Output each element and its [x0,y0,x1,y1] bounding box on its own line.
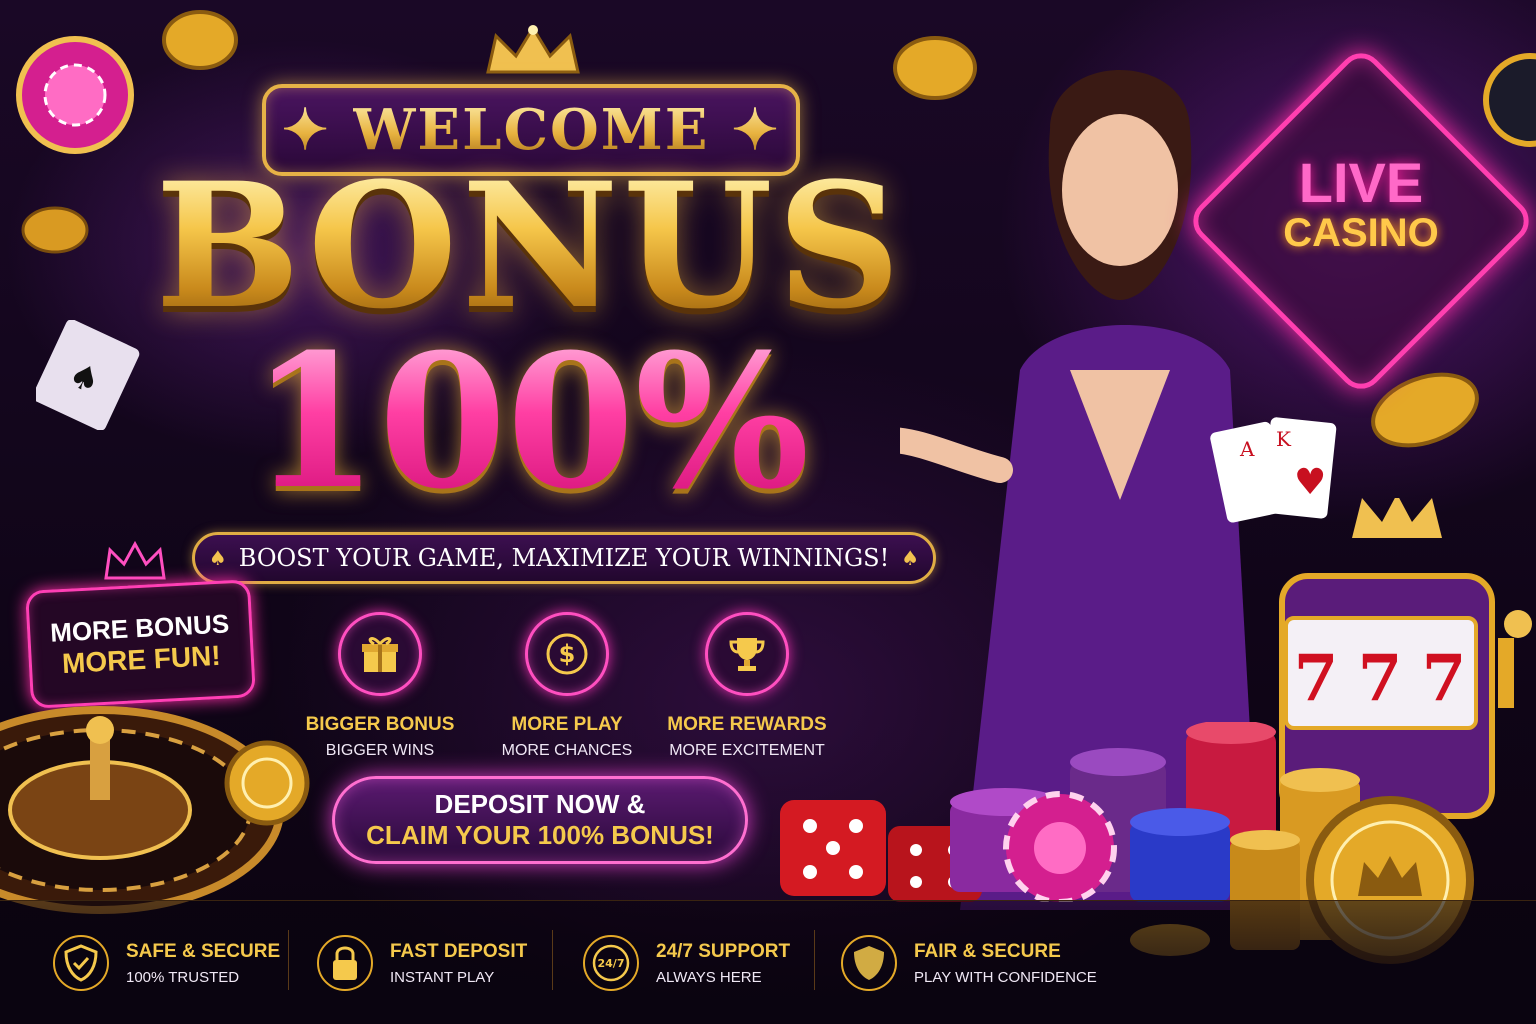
trust-support: 24/7 24/7 SUPPORT ALWAYS HERE [582,918,790,1008]
trust-title: FAIR & SECURE [914,940,1061,962]
tagline-banner: ♠ BOOST YOUR GAME, MAXIMIZE YOUR WINNING… [192,532,936,584]
trust-safe-secure: SAFE & SECURE 100% TRUSTED [52,918,280,1008]
slot-reel: 7 [1294,641,1339,716]
trust-fair-secure: FAIR & SECURE PLAY WITH CONFIDENCE [840,918,1097,1008]
feature-title: MORE REWARDS [667,714,827,735]
cta-line-2: CLAIM YOUR 100% BONUS! [366,820,714,850]
playing-card-icon: ♠ [36,320,140,430]
gold-coin-icon [21,206,89,254]
card-rank: K [1276,427,1292,451]
support-24-7-icon: 24/7 [583,935,639,991]
card-rank: A [1239,437,1255,461]
poker-chip-icon [1483,53,1536,147]
gold-coin-icon [1371,372,1479,448]
shield-check-icon [53,935,109,991]
divider [814,930,815,990]
badge-line-2: MORE FUN! [61,639,222,679]
padlock-icon [317,935,373,991]
trust-subtitle: 100% TRUSTED [126,968,240,986]
gift-icon [338,612,422,696]
trust-subtitle: PLAY WITH CONFIDENCE [914,968,1097,986]
tagline-text: BOOST YOUR GAME, MAXIMIZE YOUR WINNINGS! [238,544,890,572]
feature-more-rewards: MORE REWARDS MORE EXCITEMENT [652,612,842,760]
divider [288,930,289,990]
dollar-coin-icon: $ [525,612,609,696]
svg-text:♥: ♥ [1294,462,1326,503]
trust-title: FAST DEPOSIT [390,940,528,962]
feature-title: MORE PLAY [511,714,623,735]
sign-line-1: LIVE [1298,151,1424,214]
more-bonus-badge: MORE BONUS MORE FUN! [25,579,256,709]
slot-reel: 7 [1358,641,1403,716]
live-casino-text: LIVE CASINO [1236,150,1486,256]
trust-title: SAFE & SECURE [126,940,281,962]
support-icon-label: 24/7 [598,957,625,970]
spade-icon: ♠ [208,546,227,570]
shield-icon [841,935,897,991]
gold-coin-icon [224,740,310,826]
poker-chip-icon [16,36,134,154]
deposit-now-button[interactable]: DEPOSIT NOW & CLAIM YOUR 100% BONUS! [332,776,748,864]
gold-coin-icon [162,10,238,70]
trust-subtitle: ALWAYS HERE [656,968,762,986]
neon-crown-icon [104,540,166,580]
trust-fast-deposit: FAST DEPOSIT INSTANT PLAY [316,918,527,1008]
feature-more-play: $ MORE PLAY MORE CHANCES [472,612,662,760]
trust-title: 24/7 SUPPORT [656,940,791,962]
cta-line-1: DEPOSIT NOW & [434,789,646,819]
slot-reel: 7 [1422,641,1467,716]
crown-icon [486,25,580,74]
bonus-headline: BONUS [150,160,910,332]
divider [552,930,553,990]
feature-subtitle: MORE CHANCES [501,742,633,759]
feature-subtitle: MORE EXCITEMENT [669,742,825,759]
svg-text:$: $ [559,640,576,668]
trust-subtitle: INSTANT PLAY [390,968,495,986]
trophy-icon [705,612,789,696]
sign-line-2: CASINO [1283,211,1439,255]
bonus-percent: 100% [150,330,910,514]
